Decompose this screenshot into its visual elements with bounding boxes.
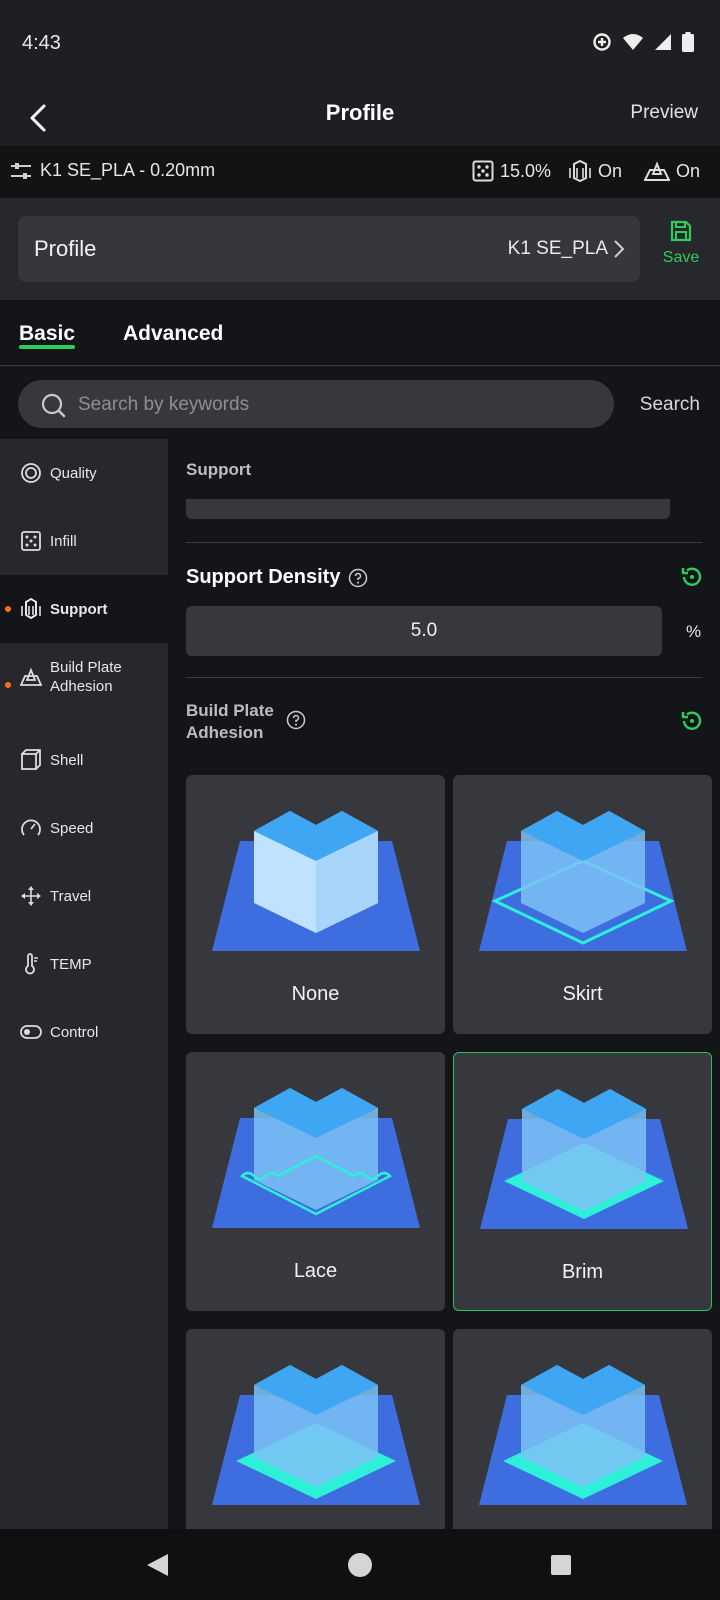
reset-icon[interactable] <box>680 709 704 733</box>
preview-button[interactable]: Preview <box>630 102 698 124</box>
sidebar-item-temp[interactable]: TEMP <box>0 930 168 998</box>
sidebar-item-travel[interactable]: Travel <box>0 862 168 930</box>
adhesion-icon <box>644 161 670 181</box>
profile-name: K1 SE_PLA - 0.20mm <box>40 160 216 180</box>
modified-dot <box>5 606 11 612</box>
sidebar-item-label: Speed <box>50 819 94 837</box>
status-time: 4:43 <box>22 32 61 54</box>
sidebar-item-label: Control <box>50 1023 99 1041</box>
save-icon <box>670 220 692 242</box>
active-tab-indicator <box>19 345 75 349</box>
sidebar-item-support[interactable]: Support <box>0 575 168 643</box>
divider <box>186 542 702 543</box>
support-density-unit: % <box>686 622 702 641</box>
sidebar-item-speed[interactable]: Speed <box>0 794 168 862</box>
option-label: Brim <box>561 1261 604 1283</box>
help-icon[interactable] <box>286 710 306 730</box>
support-icon <box>569 160 591 182</box>
lace-adhesion-illustration <box>212 1088 420 1228</box>
adhesion-option-lace[interactable]: Lace <box>186 1052 445 1311</box>
build-plate-adhesion-label: Build Plate Adhesion <box>186 700 274 744</box>
save-button[interactable]: Save <box>656 220 706 267</box>
infill-icon <box>21 531 41 551</box>
sliders-icon <box>11 162 31 179</box>
label-line: Build Plate <box>186 701 274 720</box>
sidebar-item-label: Support <box>50 600 108 618</box>
search-icon <box>41 393 66 418</box>
nav-home-icon[interactable] <box>346 1551 374 1579</box>
adhesion-option-none[interactable]: None <box>186 775 445 1034</box>
sidebar-item-shell[interactable]: Shell <box>0 726 168 794</box>
adhesion-value: On <box>676 160 701 181</box>
option-label: None <box>291 983 340 1005</box>
raft-adhesion-illustration <box>212 1365 420 1505</box>
label-line: Adhesion <box>186 723 264 742</box>
quality-icon <box>21 463 41 483</box>
tab-bar <box>0 300 720 366</box>
speed-icon <box>21 819 41 836</box>
sidebar-item-control[interactable]: Control <box>0 998 168 1066</box>
partial-value-field[interactable] <box>186 499 670 519</box>
support-density-label: Support Density <box>186 566 368 589</box>
save-label: Save <box>662 249 700 266</box>
sidebar-item-label: Quality <box>50 464 97 482</box>
support-density-text: Support Density <box>186 566 341 588</box>
nav-recents-icon[interactable] <box>550 1554 572 1576</box>
help-icon[interactable] <box>348 568 368 588</box>
thermometer-icon <box>25 953 38 975</box>
adhesion-option-raft-alt[interactable] <box>453 1329 712 1529</box>
adhesion-icon <box>20 667 42 686</box>
adhesion-option-brim[interactable]: Brim <box>453 1052 712 1311</box>
profile-summary: K1 SE_PLA - 0.20mm <box>10 160 215 181</box>
infill-summary: 15.0% <box>472 160 551 182</box>
adhesion-option-skirt[interactable]: Skirt <box>453 775 712 1034</box>
signal-icon <box>655 34 671 50</box>
support-icon <box>21 598 41 620</box>
skirt-adhesion-illustration <box>479 811 687 951</box>
adhesion-summary: On <box>644 160 700 182</box>
infill-value: 15.0% <box>500 160 552 181</box>
toggle-icon <box>20 1025 42 1039</box>
page-title: Profile <box>325 100 395 125</box>
support-value: On <box>598 160 623 181</box>
travel-icon <box>21 886 41 906</box>
data-saver-icon <box>593 33 611 51</box>
brim-adhesion-illustration <box>480 1089 688 1229</box>
section-title: Support <box>186 460 252 479</box>
sidebar-item-infill[interactable]: Infill <box>0 507 168 575</box>
profile-label: Profile <box>34 236 97 261</box>
adhesion-option-raft[interactable] <box>186 1329 445 1529</box>
infill-icon <box>472 160 494 182</box>
wifi-icon <box>623 34 643 50</box>
tab-basic[interactable]: Basic <box>19 322 75 346</box>
tab-advanced[interactable]: Advanced <box>123 322 223 346</box>
support-density-input[interactable]: 5.0 <box>186 606 662 656</box>
sidebar-item-label: Build Plate Adhesion <box>50 659 122 695</box>
profile-value: K1 SE_PLA <box>507 238 608 259</box>
battery-icon <box>682 32 694 52</box>
search-input[interactable] <box>78 393 578 417</box>
divider <box>186 677 702 678</box>
sidebar-item-label: Infill <box>50 532 77 550</box>
sidebar-item-label: TEMP <box>50 955 92 973</box>
search-button[interactable]: Search <box>640 394 700 416</box>
option-label: Lace <box>293 1260 338 1282</box>
option-label: Skirt <box>562 983 603 1005</box>
status-icons <box>592 32 694 52</box>
nav-back-icon[interactable] <box>144 1552 170 1578</box>
raft-adhesion-illustration <box>479 1365 687 1505</box>
none-adhesion-illustration <box>212 811 420 951</box>
sidebar-item-quality[interactable]: Quality <box>0 439 168 507</box>
modified-dot <box>5 682 11 688</box>
sidebar-item-label: Shell <box>50 751 84 769</box>
reset-icon[interactable] <box>680 565 704 589</box>
chevron-right-icon <box>614 240 625 258</box>
sidebar-item-label: Travel <box>50 887 92 905</box>
support-summary: On <box>568 160 622 182</box>
sidebar-item-build-plate-adhesion[interactable]: Build Plate Adhesion <box>0 643 168 711</box>
shell-icon <box>21 749 41 770</box>
